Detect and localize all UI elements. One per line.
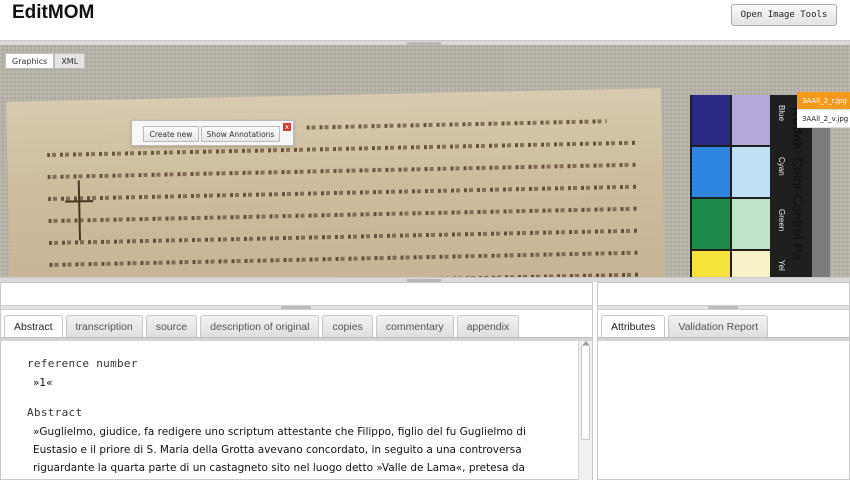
script-line bbox=[48, 184, 639, 202]
abstract-label: Abstract bbox=[27, 406, 83, 419]
charter-image[interactable] bbox=[6, 88, 665, 277]
swatch-light-yellow bbox=[732, 251, 770, 277]
tab-source[interactable]: source bbox=[145, 315, 198, 337]
image-list: 3AAll_2_r.jpg 3AAll_2_v.jpg bbox=[797, 92, 850, 128]
close-icon[interactable]: x bbox=[283, 123, 291, 131]
resize-grip[interactable] bbox=[708, 306, 738, 309]
image-viewer[interactable]: Graphics XML Create new Show Annotations… bbox=[0, 45, 850, 277]
tab-copies[interactable]: copies bbox=[322, 315, 373, 337]
reference-number-label: reference number bbox=[27, 357, 138, 370]
viewer-tabs: Graphics XML bbox=[5, 53, 86, 69]
swatch-light-blue bbox=[732, 95, 770, 145]
app-logo: EditMOM bbox=[12, 2, 95, 23]
image-item-verso[interactable]: 3AAll_2_v.jpg bbox=[797, 110, 850, 128]
tab-commentary[interactable]: commentary bbox=[375, 315, 454, 337]
editor-scrollbar[interactable] bbox=[578, 341, 592, 480]
tab-validation-report[interactable]: Validation Report bbox=[668, 315, 769, 337]
resize-grip[interactable] bbox=[281, 306, 311, 309]
color-control-title: Color Control Pa bbox=[790, 157, 806, 261]
create-annotation-button[interactable]: Create new bbox=[143, 126, 199, 142]
script-line bbox=[49, 250, 640, 268]
panel-resize-handle[interactable] bbox=[598, 305, 849, 310]
swatch-blue bbox=[692, 95, 730, 145]
chart-label-green: Green bbox=[777, 209, 786, 232]
abstract-line[interactable]: riguardante la quarta parte di un castag… bbox=[27, 459, 551, 477]
editor-tabs: Abstract transcription source descriptio… bbox=[4, 315, 520, 338]
reference-number-value[interactable]: »1« bbox=[27, 374, 551, 392]
tabs-divider bbox=[598, 337, 849, 341]
scroll-thumb[interactable] bbox=[581, 345, 590, 440]
tab-appendix[interactable]: appendix bbox=[456, 315, 520, 337]
tab-xml[interactable]: XML bbox=[54, 53, 86, 69]
swatch-light-green bbox=[732, 199, 770, 249]
swatch-yellow bbox=[692, 251, 730, 277]
panel-resize-handle[interactable] bbox=[1, 305, 592, 310]
header: EditMOM Open Image Tools bbox=[0, 0, 850, 42]
chart-label-cyan: Cyan bbox=[777, 157, 786, 176]
tab-description-of-original[interactable]: description of original bbox=[200, 315, 320, 337]
chrismon-mark bbox=[77, 180, 81, 241]
tab-graphics[interactable]: Graphics bbox=[5, 53, 55, 69]
open-image-tools-button[interactable]: Open Image Tools bbox=[731, 4, 837, 26]
abstract-line[interactable]: Eustasio e il priore di S. Maria della G… bbox=[27, 441, 551, 459]
side-tabs: Attributes Validation Report bbox=[601, 315, 769, 338]
annotation-popup: Create new Show Annotations x bbox=[131, 120, 294, 146]
swatch-light-cyan bbox=[732, 147, 770, 197]
editmom-app: EditMOM Open Image Tools Graphics XML Cr… bbox=[0, 0, 850, 480]
editor-panel: Abstract transcription source descriptio… bbox=[0, 282, 593, 480]
show-annotations-button[interactable]: Show Annotations bbox=[201, 126, 280, 142]
chart-label-blue: Blue bbox=[777, 105, 786, 122]
abstract-content[interactable]: reference number »1« Abstract »Guglielmo… bbox=[1, 341, 577, 480]
swatch-cyan bbox=[692, 147, 730, 197]
script-line bbox=[306, 119, 607, 130]
tab-abstract[interactable]: Abstract bbox=[4, 315, 63, 338]
script-line bbox=[48, 206, 639, 224]
script-line bbox=[49, 228, 639, 246]
tab-attributes[interactable]: Attributes bbox=[601, 315, 666, 338]
image-item-recto[interactable]: 3AAll_2_r.jpg bbox=[797, 92, 850, 110]
side-panel: Attributes Validation Report bbox=[597, 282, 850, 480]
swatch-green bbox=[692, 199, 730, 249]
abstract-line[interactable]: »Guglielmo, giudice, fa redigere uno scr… bbox=[27, 423, 551, 441]
chart-label-yellow: Yel bbox=[777, 260, 786, 271]
script-line bbox=[47, 162, 638, 180]
tab-transcription[interactable]: transcription bbox=[65, 315, 143, 337]
